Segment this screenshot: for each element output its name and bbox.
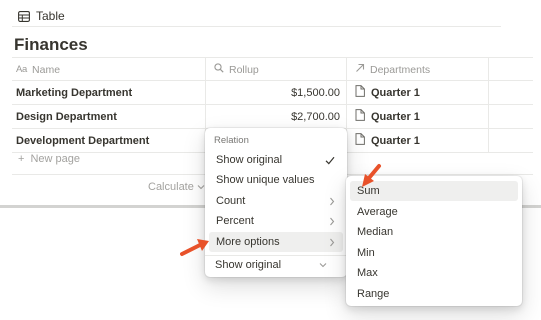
table-header-row: Aa Name Rollup Departments <box>12 57 533 81</box>
page-icon <box>355 85 365 100</box>
new-page-label: New page <box>30 153 80 165</box>
check-icon <box>325 150 335 170</box>
menu-item-label: Count <box>216 195 246 207</box>
row-name-cell[interactable]: Marketing Department <box>12 81 205 104</box>
column-header-label: Rollup <box>229 63 259 76</box>
page-title[interactable]: Finances <box>14 35 88 55</box>
chevron-right-icon <box>329 191 335 211</box>
menu-item-count[interactable]: Count <box>209 191 343 211</box>
annotation-arrow-icon <box>180 239 209 256</box>
row-name-cell[interactable]: Design Department <box>12 105 205 128</box>
search-icon <box>214 63 224 76</box>
chevron-down-icon <box>319 255 327 275</box>
row-department-cell[interactable]: Quarter 1 <box>346 129 488 152</box>
row-department-cell[interactable]: Quarter 1 <box>346 81 488 104</box>
calculation-select[interactable]: Show original <box>209 255 333 275</box>
menu-item-label: Min <box>357 247 375 259</box>
menu-item-show-unique-values[interactable]: Show unique values <box>209 170 343 190</box>
menu-item-label: Average <box>357 206 398 218</box>
menu-item-label: Max <box>357 267 378 279</box>
table-row[interactable]: Marketing Department $1,500.00 Quarter 1 <box>12 81 533 105</box>
menu-item-max[interactable]: Max <box>350 263 518 283</box>
column-header-name[interactable]: Aa Name <box>12 58 205 81</box>
tab-divider <box>12 26 501 27</box>
calculate-label: Calculate <box>148 181 194 193</box>
menu-item-more-options[interactable]: More options <box>209 232 343 252</box>
column-header-rollup[interactable]: Rollup <box>205 58 346 81</box>
menu-item-show-original[interactable]: Show original <box>209 150 343 170</box>
menu-item-label: Show unique values <box>216 174 315 186</box>
table-row[interactable]: Design Department $2,700.00 Quarter 1 <box>12 105 533 129</box>
annotation-arrow-icon <box>362 164 381 187</box>
menu-header: Relation <box>214 135 249 146</box>
row-rollup-cell[interactable]: $2,700.00 <box>205 105 346 128</box>
menu-item-label: Range <box>357 288 390 300</box>
chevron-down-icon <box>197 181 205 193</box>
menu-item-range[interactable]: Range <box>350 284 518 304</box>
chevron-right-icon <box>329 211 335 231</box>
table-icon <box>18 10 30 22</box>
department-link[interactable]: Quarter 1 <box>371 111 420 123</box>
row-empty-cell <box>488 105 533 128</box>
menu-item-label: Percent <box>216 215 254 227</box>
page-icon <box>355 133 365 148</box>
menu-item-median[interactable]: Median <box>350 222 518 242</box>
relation-arrow-icon <box>355 63 365 76</box>
menu-item-average[interactable]: Average <box>350 202 518 222</box>
page-icon <box>355 109 365 124</box>
column-header-departments[interactable]: Departments <box>346 58 488 81</box>
menu-item-percent[interactable]: Percent <box>209 211 343 231</box>
menu-item-label: Median <box>357 226 394 238</box>
menu-item-min[interactable]: Min <box>350 243 518 263</box>
select-value: Show original <box>215 259 282 271</box>
row-empty-cell <box>488 81 533 104</box>
menu-item-label: More options <box>216 236 280 248</box>
more-options-submenu: Sum Average Median Min Max Range <box>346 176 522 306</box>
column-header-label: Name <box>32 63 61 76</box>
row-department-cell[interactable]: Quarter 1 <box>346 105 488 128</box>
chevron-right-icon <box>329 232 335 252</box>
department-link[interactable]: Quarter 1 <box>371 87 420 99</box>
column-header-label: Departments <box>370 63 431 76</box>
row-name-cell[interactable]: Development Department <box>12 129 205 152</box>
calculate-button[interactable]: Calculate <box>148 181 205 193</box>
plus-icon: + <box>18 153 25 165</box>
column-header-add[interactable] <box>488 58 533 81</box>
new-page-button[interactable]: + New page <box>18 153 80 165</box>
menu-item-label: Show original <box>216 154 283 166</box>
row-empty-cell <box>488 129 533 152</box>
view-tab-table[interactable]: Table <box>18 6 65 26</box>
calculate-menu: Relation Show original Show unique value… <box>205 128 347 277</box>
text-type-icon: Aa <box>16 64 28 75</box>
view-tab-label: Table <box>36 9 65 23</box>
row-rollup-cell[interactable]: $1,500.00 <box>205 81 346 104</box>
department-link[interactable]: Quarter 1 <box>371 135 420 147</box>
